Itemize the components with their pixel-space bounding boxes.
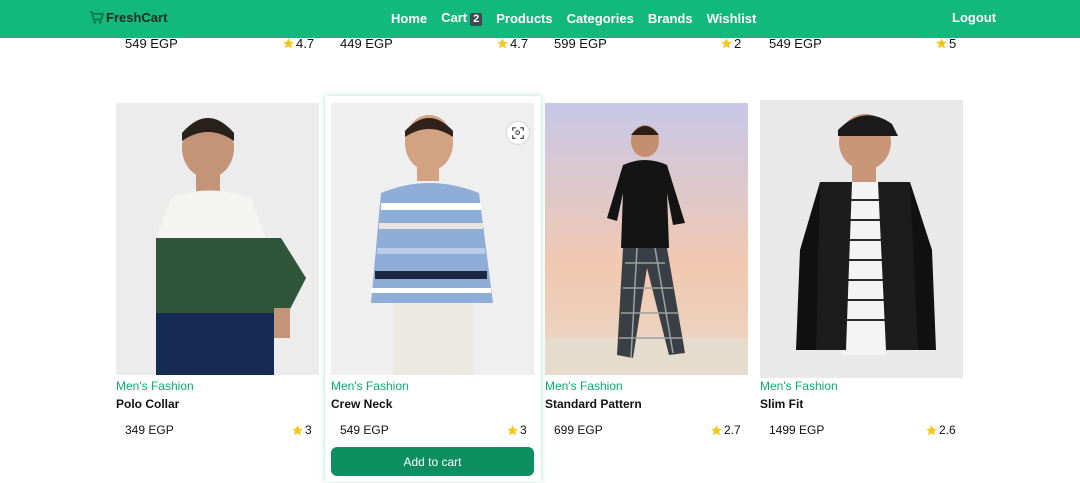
product-category[interactable]: Men's Fashion bbox=[116, 379, 194, 393]
prev-price-2: 449 EGP bbox=[340, 36, 393, 51]
rating-value: 2.7 bbox=[724, 423, 741, 437]
nav-categories[interactable]: Categories bbox=[567, 11, 634, 26]
product-title[interactable]: Polo Collar bbox=[116, 397, 179, 411]
nav-wishlist[interactable]: Wishlist bbox=[707, 11, 757, 26]
rating-value: 3 bbox=[520, 423, 527, 437]
product-card-slim-fit[interactable]: Men's Fashion Slim Fit 1499 EGP 2.6 bbox=[756, 96, 970, 482]
nav-home[interactable]: Home bbox=[391, 11, 427, 26]
star-icon bbox=[283, 38, 294, 49]
product-price: 549 EGP bbox=[340, 423, 389, 437]
add-to-cart-button[interactable]: Add to cart bbox=[331, 447, 534, 476]
rating-value: 2.6 bbox=[939, 423, 956, 437]
prev-rating-value: 4.7 bbox=[296, 36, 315, 51]
product-category[interactable]: Men's Fashion bbox=[331, 379, 409, 393]
product-image[interactable] bbox=[116, 103, 319, 375]
star-icon bbox=[936, 38, 947, 49]
product-photo-standard-pattern bbox=[545, 103, 748, 375]
product-card-crew-neck[interactable]: Men's Fashion Crew Neck 549 EGP 3 Add to… bbox=[325, 96, 541, 482]
product-rating: 3 bbox=[506, 423, 527, 437]
brand-logo[interactable]: FreshCart bbox=[89, 10, 167, 25]
nav-products[interactable]: Products bbox=[496, 11, 552, 26]
nav-cart-label: Cart bbox=[441, 10, 468, 25]
product-rating: 2.7 bbox=[710, 423, 741, 437]
product-category[interactable]: Men's Fashion bbox=[760, 379, 838, 393]
logout-link[interactable]: Logout bbox=[952, 10, 996, 25]
star-icon bbox=[292, 424, 303, 435]
product-price: 1499 EGP bbox=[769, 423, 825, 437]
product-price: 699 EGP bbox=[554, 423, 603, 437]
product-image[interactable] bbox=[331, 103, 534, 375]
product-image[interactable] bbox=[545, 103, 748, 375]
prev-rating-value: 4.7 bbox=[510, 36, 529, 51]
product-rating: 3 bbox=[291, 423, 312, 437]
product-image[interactable] bbox=[760, 100, 963, 378]
prev-rating-2: 4.7 bbox=[496, 36, 528, 51]
brand-name: FreshCart bbox=[106, 10, 168, 25]
star-icon bbox=[507, 424, 518, 435]
star-icon bbox=[497, 38, 508, 49]
nav-brands[interactable]: Brands bbox=[648, 11, 693, 26]
product-title[interactable]: Slim Fit bbox=[760, 397, 803, 411]
star-icon bbox=[926, 424, 937, 435]
product-photo-crew-neck bbox=[331, 103, 534, 375]
prev-price-3: 599 EGP bbox=[554, 36, 607, 51]
product-rating: 2.6 bbox=[925, 423, 956, 437]
cart-icon bbox=[89, 10, 104, 24]
product-photo-slim-fit bbox=[760, 100, 963, 378]
product-card-polo-collar[interactable]: Men's Fashion Polo Collar 349 EGP 3 bbox=[112, 96, 326, 482]
prev-rating-value: 2 bbox=[734, 36, 742, 51]
prev-price-1: 549 EGP bbox=[125, 36, 178, 51]
prev-price-4: 549 EGP bbox=[769, 36, 822, 51]
zoom-button[interactable] bbox=[507, 122, 529, 144]
prev-rating-3: 2 bbox=[720, 36, 741, 51]
product-category[interactable]: Men's Fashion bbox=[545, 379, 623, 393]
prev-rating-value: 5 bbox=[949, 36, 957, 51]
prev-rating-4: 5 bbox=[935, 36, 956, 51]
star-icon bbox=[721, 38, 732, 49]
nav-cart[interactable]: Cart 2 bbox=[441, 10, 483, 26]
zoom-scan-icon bbox=[512, 127, 524, 139]
product-title[interactable]: Crew Neck bbox=[331, 397, 392, 411]
product-price: 349 EGP bbox=[125, 423, 174, 437]
product-title[interactable]: Standard Pattern bbox=[545, 397, 642, 411]
product-photo-polo bbox=[116, 103, 319, 375]
nav-links: Home Cart 2 Products Categories Brands Wi… bbox=[391, 10, 770, 26]
product-card-standard-pattern[interactable]: Men's Fashion Standard Pattern 699 EGP 2… bbox=[541, 96, 755, 482]
navbar: FreshCart Home Cart 2 Products Categories… bbox=[0, 0, 1080, 38]
rating-value: 3 bbox=[305, 423, 312, 437]
previous-row: 549 EGP 4.7 449 EGP 4.7 599 EGP 2 549 EG… bbox=[0, 36, 1080, 52]
cart-count-badge: 2 bbox=[470, 13, 483, 26]
star-icon bbox=[711, 424, 722, 435]
prev-rating-1: 4.7 bbox=[282, 36, 314, 51]
